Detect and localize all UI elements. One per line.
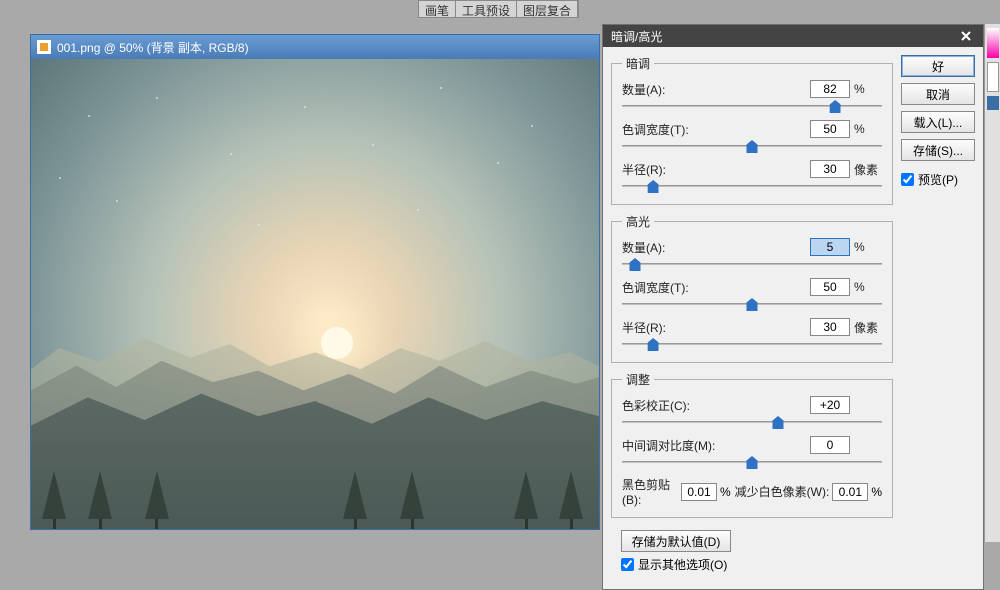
shadows-amount-label: 数量(A): <box>622 81 810 98</box>
tab-brush[interactable]: 画笔 <box>419 1 456 17</box>
dialog-title: 暗调/高光 <box>611 28 662 45</box>
document-title: 001.png @ 50% (背景 副本, RGB/8) <box>57 39 249 56</box>
highlights-amount-label: 数量(A): <box>622 239 810 256</box>
shadows-amount-unit: % <box>854 82 882 96</box>
save-defaults-button[interactable]: 存储为默认值(D) <box>621 530 731 552</box>
shadows-radius-slider[interactable] <box>622 180 882 194</box>
highlights-radius-input[interactable] <box>810 318 850 336</box>
mid-contrast-label: 中间调对比度(M): <box>622 437 810 454</box>
color-correct-input[interactable] <box>810 396 850 414</box>
cancel-button[interactable]: 取消 <box>901 83 975 105</box>
shadows-group: 暗调 数量(A): % 色调宽度(T): % 半径(R): 像素 <box>611 55 893 205</box>
highlights-radius-slider[interactable] <box>622 338 882 352</box>
highlights-tonal-label: 色调宽度(T): <box>622 279 810 296</box>
highlights-amount-input[interactable] <box>810 238 850 256</box>
highlights-group: 高光 数量(A): % 色调宽度(T): % 半径(R): 像素 <box>611 213 893 363</box>
highlights-radius-unit: 像素 <box>854 319 882 336</box>
highlights-radius-label: 半径(R): <box>622 319 810 336</box>
color-correct-slider[interactable] <box>622 416 882 430</box>
black-clip-label: 黑色剪贴(B): <box>622 476 678 507</box>
shadows-highlights-dialog: 暗调/高光 暗调 数量(A): % 色调宽度(T): % 半径(R): 像素 <box>602 24 984 590</box>
white-clip-input[interactable] <box>832 483 868 501</box>
shadows-radius-unit: 像素 <box>854 161 882 178</box>
highlights-tonal-unit: % <box>854 280 882 294</box>
ok-button[interactable]: 好 <box>901 55 975 77</box>
white-clip-unit: % <box>871 485 882 499</box>
sun-graphic <box>321 327 353 359</box>
close-button[interactable] <box>957 27 975 45</box>
preview-checkbox[interactable]: 预览(P) <box>901 171 975 188</box>
shadows-amount-input[interactable] <box>810 80 850 98</box>
shadows-tonal-unit: % <box>854 122 882 136</box>
document-window: 001.png @ 50% (背景 副本, RGB/8) <box>30 34 600 530</box>
dialog-titlebar[interactable]: 暗调/高光 <box>603 25 983 47</box>
black-clip-unit: % <box>720 485 731 499</box>
white-clip-label: 减少白色像素(W): <box>735 483 830 500</box>
highlights-tonal-input[interactable] <box>810 278 850 296</box>
mid-contrast-slider[interactable] <box>622 456 882 470</box>
more-options-checkbox[interactable]: 显示其他选项(O) <box>621 556 883 573</box>
adjust-legend: 调整 <box>622 371 654 388</box>
document-canvas[interactable] <box>31 59 599 529</box>
preview-input[interactable] <box>901 173 914 186</box>
shadows-legend: 暗调 <box>622 55 654 72</box>
save-button[interactable]: 存储(S)... <box>901 139 975 161</box>
mid-contrast-input[interactable] <box>810 436 850 454</box>
shadows-tonal-slider[interactable] <box>622 140 882 154</box>
tab-layer-comps[interactable]: 图层复合 <box>517 1 578 17</box>
shadows-radius-input[interactable] <box>810 160 850 178</box>
adjust-group: 调整 色彩校正(C): 中间调对比度(M): 黑色剪贴(B): % 减少白色像素… <box>611 371 893 518</box>
shadows-radius-label: 半径(R): <box>622 161 810 178</box>
close-icon <box>961 31 971 41</box>
shadows-tonal-input[interactable] <box>810 120 850 138</box>
right-panel-strip <box>984 24 1000 542</box>
color-correct-label: 色彩校正(C): <box>622 397 810 414</box>
tool-tabs: 画笔 工具预设 图层复合 <box>418 0 579 18</box>
load-button[interactable]: 载入(L)... <box>901 111 975 133</box>
file-icon <box>37 40 51 54</box>
highlights-legend: 高光 <box>622 213 654 230</box>
highlights-amount-unit: % <box>854 240 882 254</box>
preview-label: 预览(P) <box>918 171 958 188</box>
highlights-amount-slider[interactable] <box>622 258 882 272</box>
more-options-input[interactable] <box>621 558 634 571</box>
document-titlebar[interactable]: 001.png @ 50% (背景 副本, RGB/8) <box>31 35 599 59</box>
more-options-label: 显示其他选项(O) <box>638 556 727 573</box>
shadows-amount-slider[interactable] <box>622 100 882 114</box>
shadows-tonal-label: 色调宽度(T): <box>622 121 810 138</box>
black-clip-input[interactable] <box>681 483 717 501</box>
highlights-tonal-slider[interactable] <box>622 298 882 312</box>
tab-tool-presets[interactable]: 工具预设 <box>456 1 517 17</box>
